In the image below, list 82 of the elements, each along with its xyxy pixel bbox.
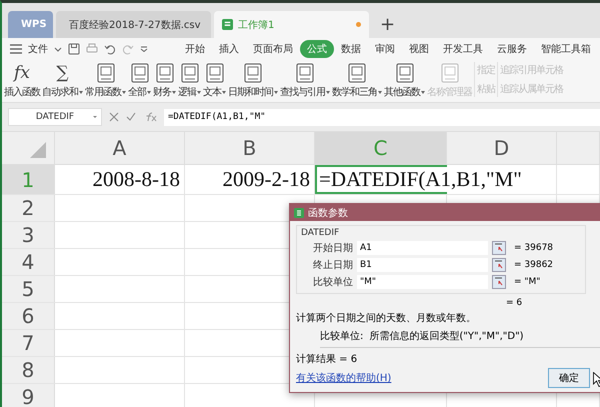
ribbon-tab[interactable]: 审阅 xyxy=(368,40,402,58)
function-book-icon xyxy=(96,63,116,83)
ribbon-button[interactable]: 全部 xyxy=(128,62,151,99)
range-select-icon[interactable] xyxy=(492,258,506,272)
logo-icon xyxy=(294,208,304,218)
range-select-icon[interactable] xyxy=(492,240,506,254)
caret-icon[interactable] xyxy=(54,46,62,52)
function-result: = 6 xyxy=(506,298,524,308)
check-icon[interactable] xyxy=(126,112,136,122)
ribbon-button[interactable]: fx 插入函数 xyxy=(4,62,40,99)
column-header[interactable]: D xyxy=(447,132,557,164)
ribbon-tab[interactable]: 插入 xyxy=(212,40,246,58)
function-book-icon xyxy=(394,63,414,83)
argument-result: = "M" xyxy=(514,276,540,286)
ribbon-button[interactable]: 数学和三角 xyxy=(332,62,382,99)
ribbon-button[interactable]: 逻辑 xyxy=(178,62,201,99)
ribbon-tab[interactable]: 数据 xyxy=(334,40,368,58)
function-book-icon xyxy=(130,63,150,83)
unsaved-dot xyxy=(356,22,361,27)
cell-formula: =DATEDIF(A1,B1,"M" xyxy=(319,167,522,192)
row-header[interactable]: 8 xyxy=(2,357,55,383)
ribbon-button[interactable]: 日期和时间 xyxy=(228,62,278,99)
argument-field[interactable]: "M" xyxy=(357,274,488,288)
row-header[interactable]: 6 xyxy=(2,303,55,329)
argument-help-text: 所需信息的返回类型("Y","M","D") xyxy=(369,330,524,343)
ok-button[interactable]: 确定 xyxy=(548,368,590,388)
function-book-icon xyxy=(440,63,460,83)
ribbon-tab[interactable]: 开始 xyxy=(178,40,212,58)
ribbon-button[interactable]: ∑ 自动求和 xyxy=(42,62,83,99)
argument-result: = 39862 xyxy=(514,260,554,270)
cell-value: 2008-8-18 xyxy=(92,167,180,192)
calculation-result: 计算结果 = 6 xyxy=(296,352,358,366)
argument-field[interactable]: B1 xyxy=(357,258,488,272)
row-header[interactable]: 2 xyxy=(2,195,55,221)
argument-result: = 39678 xyxy=(514,242,554,252)
sheet-cell[interactable]: 2009-2-18 xyxy=(185,165,315,194)
new-tab-button[interactable]: + xyxy=(372,11,404,38)
cancel-icon[interactable] xyxy=(109,112,119,122)
ribbon-tab[interactable]: 智能工具箱 xyxy=(534,40,598,58)
ribbon-button[interactable]: 财务 xyxy=(153,62,176,99)
function-book-icon xyxy=(295,63,315,83)
column-header[interactable]: A xyxy=(55,132,185,164)
mouse-cursor-icon xyxy=(593,372,600,387)
function-book-icon xyxy=(154,63,174,83)
ribbon-tab[interactable]: 云服务 xyxy=(490,40,534,58)
sheet-cell[interactable]: 2008-8-18 xyxy=(55,165,185,194)
range-select-icon[interactable] xyxy=(492,274,506,288)
argument-help-label: 比较单位: xyxy=(320,330,364,343)
function-book-icon xyxy=(243,63,263,83)
ribbon-button[interactable]: 查找与引用 xyxy=(280,62,330,99)
document-tab[interactable]: 百度经验2018-7-27数据.csv xyxy=(56,11,211,38)
argument-field[interactable]: A1 xyxy=(357,240,488,254)
argument-label: 开始日期 xyxy=(312,242,353,254)
menu-icon[interactable] xyxy=(10,44,22,54)
undo-icon[interactable] xyxy=(104,43,116,55)
row-header[interactable]: 9 xyxy=(2,384,55,407)
file-menu[interactable]: 文件 xyxy=(28,42,48,56)
ribbon-tab[interactable]: 页面布局 xyxy=(246,40,300,58)
save-icon[interactable] xyxy=(68,43,80,55)
ribbon-button[interactable]: 常用函数 xyxy=(85,62,126,99)
argument-label: 比较单位 xyxy=(312,276,353,288)
row-header[interactable]: 3 xyxy=(2,222,55,248)
more-icon[interactable] xyxy=(140,46,148,52)
row-header[interactable]: 4 xyxy=(2,249,55,275)
function-book-icon xyxy=(347,63,367,83)
function-book-icon xyxy=(180,63,200,83)
name-box[interactable]: DATEDIF xyxy=(8,108,102,126)
formula-field[interactable]: =DATEDIF(A1,B1,"M" xyxy=(164,108,600,126)
ribbon-button[interactable]: 文本 xyxy=(203,62,226,99)
function-name: DATEDIF xyxy=(301,228,340,238)
help-link[interactable]: 有关该函数的帮助(H) xyxy=(296,371,392,385)
spreadsheet-icon xyxy=(222,19,233,30)
function-book-icon xyxy=(204,63,224,83)
dialog-title: 函数参数 xyxy=(308,206,348,220)
row-header[interactable]: 7 xyxy=(2,330,55,356)
ribbon-tab[interactable]: 视图 xyxy=(402,40,436,58)
row-header[interactable]: 5 xyxy=(2,276,55,302)
ribbon-button[interactable]: 其他函数 xyxy=(384,62,425,99)
argument-label: 终止日期 xyxy=(312,258,353,272)
function-description: 计算两个日期之间的天数、月数或年数。 xyxy=(296,312,477,325)
cell-value: 2009-2-18 xyxy=(222,167,310,192)
ribbon-tab[interactable]: 开发工具 xyxy=(436,40,490,58)
